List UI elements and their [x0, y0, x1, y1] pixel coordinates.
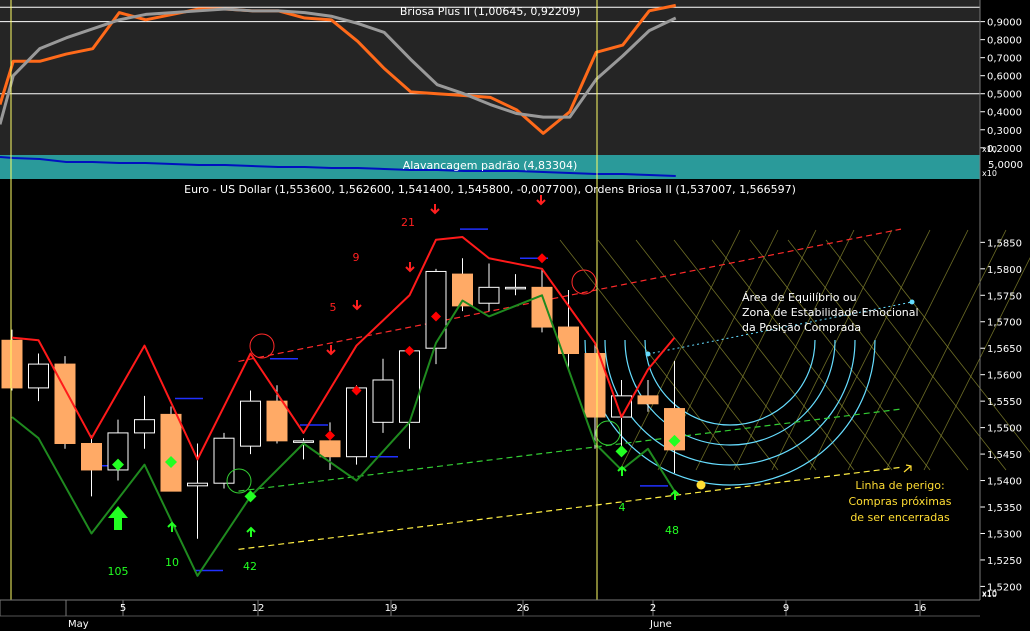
oscillator-tick-label: 0,9000 [987, 18, 1022, 29]
candle-body [266, 400, 288, 442]
candle-body [372, 379, 394, 423]
candle-body [399, 350, 420, 423]
month-label-may: May [68, 619, 89, 630]
zone-dot-left [645, 351, 651, 357]
count-green-4: 4 [619, 501, 626, 514]
price-background [0, 179, 980, 600]
oscillator-tick-label: 0,4000 [987, 108, 1022, 119]
oscillator-tick-label: 0,5000 [987, 90, 1022, 101]
candle-body [1, 339, 23, 389]
leverage-title: Alavancagem padrão (4,83304) [403, 159, 578, 172]
danger-text-line-1: Linha de perigo: [855, 479, 944, 492]
candle-body [319, 440, 341, 458]
day-label-26: 26 [517, 603, 530, 614]
day-label-5: 5 [120, 603, 126, 614]
zone-text-line-2: Zona de Estabilidade Emocional [742, 306, 919, 319]
oscillator-tick-label: 0,3000 [987, 126, 1022, 137]
danger-text-line-2: Compras próximas [848, 495, 951, 508]
candle-body [293, 440, 314, 443]
candle-body [81, 442, 102, 471]
leverage-scale-tag: x10 [982, 169, 997, 178]
price-tick-label: 1,5350 [987, 503, 1022, 514]
count-green-10: 10 [165, 556, 179, 569]
candle-body [187, 482, 208, 487]
candle-body [505, 286, 526, 290]
count-green-105: 105 [108, 565, 129, 578]
candle-body [346, 387, 367, 458]
count-green-48: 48 [665, 524, 679, 537]
price-tick-label: 1,5600 [987, 371, 1022, 382]
day-label-2: 2 [650, 603, 656, 614]
oscillator-tick-label: 0,6000 [987, 72, 1022, 83]
oscillator-y-axis: 0,20000,30000,40000,50000,60000,70000,80… [980, 18, 1022, 155]
oscillator-tick-label: 0,8000 [987, 36, 1022, 47]
leverage-panel: Alavancagem padrão (4,83304) 5,0000 x10 [0, 155, 1023, 179]
price-tick-label: 1,5700 [987, 318, 1022, 329]
zone-text-line-1: Área de Equilíbrio ou [742, 291, 857, 304]
count-red-9: 9 [353, 251, 360, 264]
price-tick-label: 1,5250 [987, 556, 1022, 567]
day-label-16: 16 [914, 603, 927, 614]
price-tick-label: 1,5400 [987, 477, 1022, 488]
count-red-5: 5 [330, 301, 337, 314]
oscillator-panel: Briosa Plus II (1,00645, 0,92209) 0,2000… [0, 0, 1022, 155]
danger-point [696, 480, 706, 490]
price-title: Euro - US Dollar (1,553600, 1,562600, 1,… [184, 183, 796, 196]
oscillator-tick-label: 0,7000 [987, 54, 1022, 65]
oscillator-scale-tag: x10 [982, 145, 997, 154]
price-tick-label: 1,5450 [987, 450, 1022, 461]
month-label-june: June [649, 619, 672, 630]
price-tick-label: 1,5850 [987, 238, 1022, 249]
candle-body [478, 286, 500, 304]
candle-body [531, 286, 553, 328]
day-label-9: 9 [783, 603, 789, 614]
danger-text-line-3: de ser encerradas [850, 511, 950, 524]
oscillator-title: Briosa Plus II (1,00645, 0,92209) [400, 5, 580, 18]
zone-text-line-3: da Posição Comprada [742, 321, 861, 334]
price-tick-label: 1,5800 [987, 265, 1022, 276]
candle-body [28, 363, 49, 389]
day-label-19: 19 [385, 603, 398, 614]
price-tick-label: 1,5300 [987, 529, 1022, 540]
price-panel: Euro - US Dollar (1,553600, 1,562600, 1,… [0, 179, 1030, 600]
x-axis-scale-tag: x10 [982, 590, 997, 599]
count-red-21: 21 [401, 216, 415, 229]
candle-body [425, 270, 447, 349]
zone-dot-right [909, 299, 915, 305]
candle-body [134, 419, 155, 434]
trading-chart: Briosa Plus II (1,00645, 0,92209) 0,2000… [0, 0, 1030, 631]
candle-body [213, 437, 235, 484]
candle-body [637, 395, 659, 405]
count-green-42: 42 [243, 560, 257, 573]
price-y-axis: 1,52001,52501,53001,53501,54001,54501,55… [980, 238, 1022, 593]
candle-body [240, 400, 261, 447]
day-label-12: 12 [252, 603, 265, 614]
candle-body [160, 413, 182, 492]
price-tick-label: 1,5650 [987, 344, 1022, 355]
price-tick-label: 1,5550 [987, 397, 1022, 408]
price-tick-label: 1,5750 [987, 291, 1022, 302]
oscillator-background [0, 0, 980, 155]
price-tick-label: 1,5500 [987, 424, 1022, 435]
